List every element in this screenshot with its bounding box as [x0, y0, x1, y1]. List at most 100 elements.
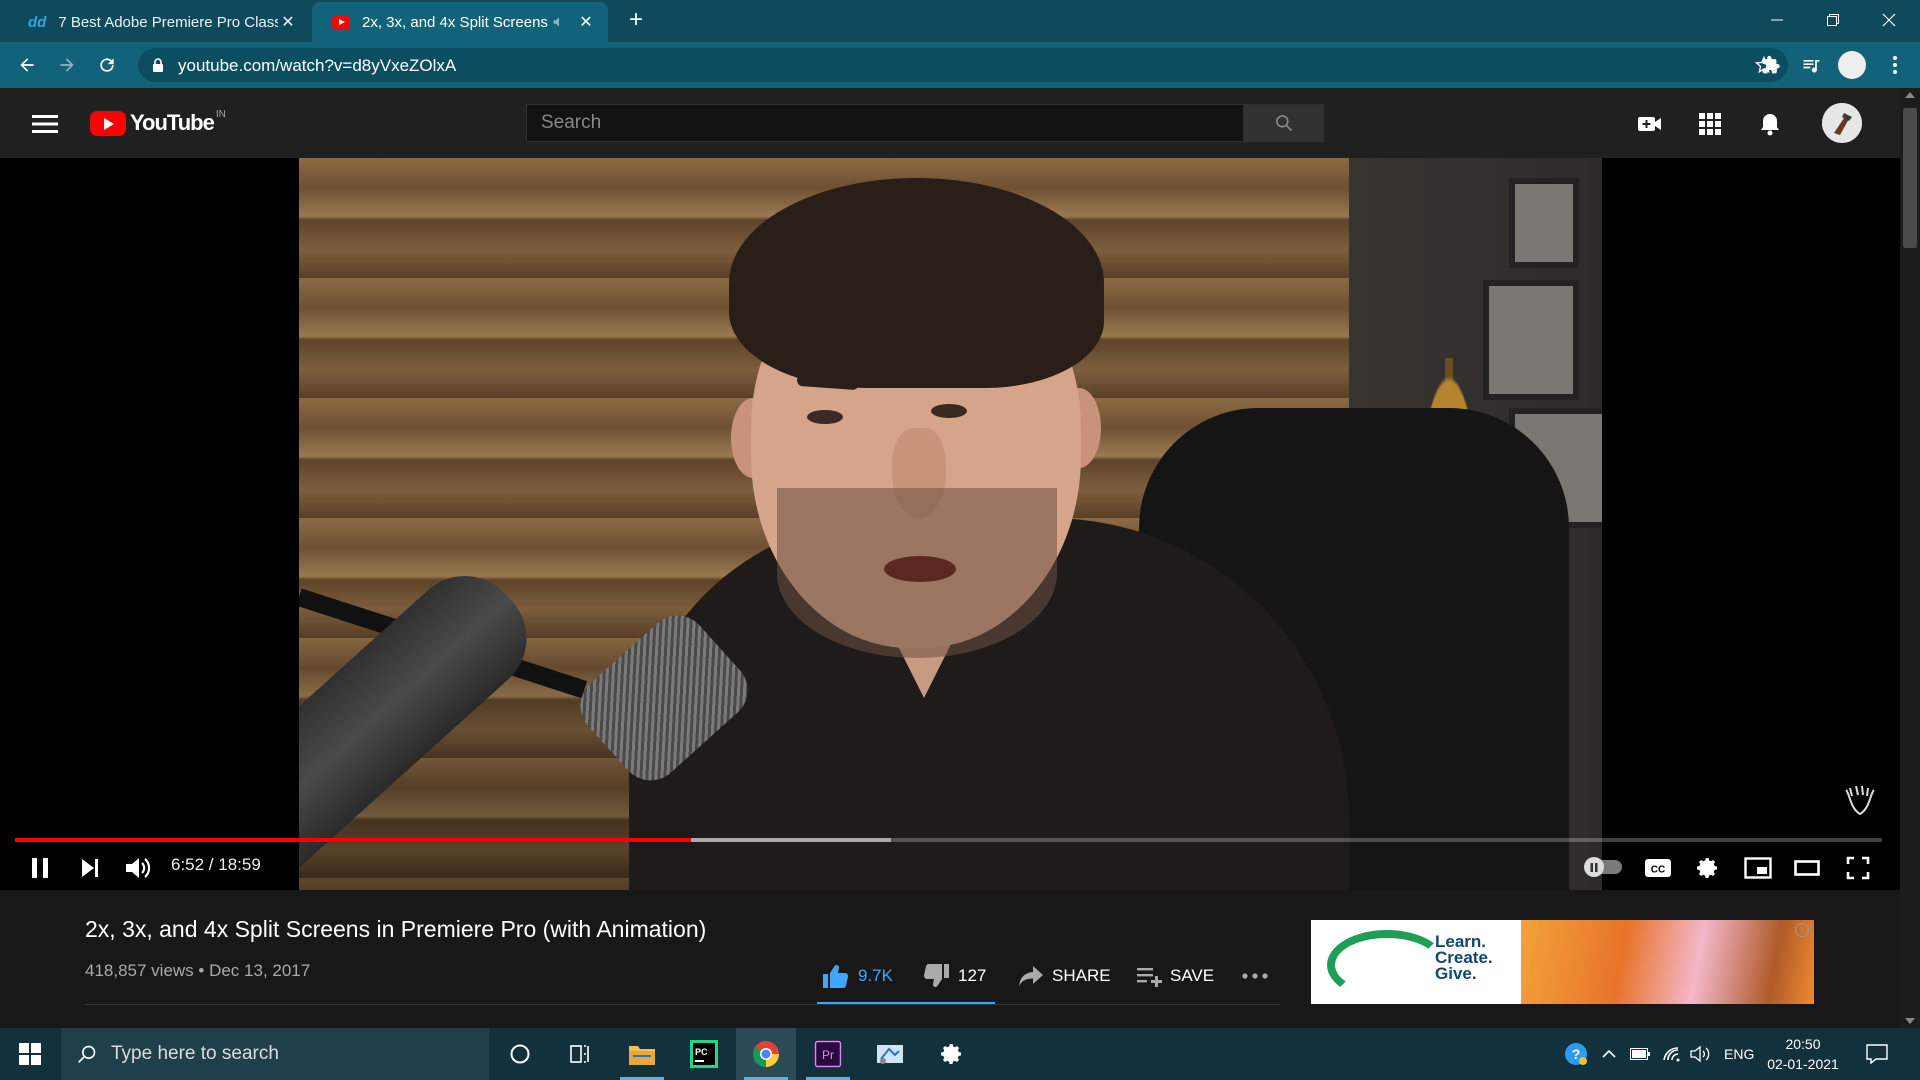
- ad-swirl-graphic: [1327, 930, 1447, 1000]
- premiere-pro-taskbar-icon[interactable]: Pr: [798, 1028, 858, 1080]
- more-actions-button[interactable]: [1242, 958, 1268, 994]
- ad-artwork: [1521, 920, 1814, 1004]
- youtube-masthead: YouTube IN: [0, 88, 1900, 158]
- browser-profile-avatar[interactable]: [1838, 51, 1866, 79]
- ad-text-line: Give.: [1435, 964, 1477, 983]
- svg-text:CC: CC: [1651, 865, 1665, 876]
- forward-button[interactable]: [52, 50, 82, 80]
- taskbar-search-box[interactable]: Type here to search: [61, 1028, 489, 1080]
- windows-taskbar: Type here to search PC Pr ? ENG 20:50 02…: [0, 1028, 1920, 1080]
- wall-picture-frame: [1509, 178, 1579, 268]
- channel-watermark-icon[interactable]: [1840, 780, 1880, 820]
- create-video-icon[interactable]: [1636, 110, 1664, 138]
- like-button[interactable]: 9.7K: [822, 958, 893, 994]
- input-language[interactable]: ENG: [1724, 1042, 1754, 1066]
- browser-tab-strip: dd 7 Best Adobe Premiere Pro Class ✕ 2x,…: [0, 0, 1920, 42]
- logo-wordmark: YouTube: [130, 110, 215, 135]
- browser-toolbar: youtube.com/watch?v=d8yVxeZOlxA: [0, 42, 1920, 88]
- address-bar[interactable]: youtube.com/watch?v=d8yVxeZOlxA: [138, 48, 1788, 82]
- save-button[interactable]: SAVE: [1136, 958, 1214, 994]
- time-display: 6:52 / 18:59: [171, 855, 261, 874]
- next-button[interactable]: [70, 850, 110, 886]
- subtitles-cc-button[interactable]: CC: [1638, 850, 1678, 886]
- youtube-favicon-icon: [332, 15, 350, 29]
- browser-menu-icon[interactable]: [1880, 50, 1910, 80]
- tab-title: 7 Best Adobe Premiere Pro Class: [58, 13, 278, 31]
- clock-date: 02-01-2021: [1767, 1056, 1839, 1072]
- taskbar-clock[interactable]: 20:50 02-01-2021: [1764, 1034, 1842, 1074]
- page-scrollbar[interactable]: [1900, 88, 1920, 1028]
- browser-tab-1[interactable]: dd 7 Best Adobe Premiere Pro Class ✕: [8, 2, 310, 42]
- youtube-logo[interactable]: YouTube IN: [90, 109, 226, 136]
- autoplay-pause-icon: [1584, 857, 1604, 877]
- url-text[interactable]: youtube.com/watch?v=d8yVxeZOlxA: [178, 56, 456, 76]
- volume-button[interactable]: [118, 850, 158, 886]
- apps-grid-icon[interactable]: [1696, 110, 1724, 138]
- reload-button[interactable]: [92, 50, 122, 80]
- theater-mode-button[interactable]: [1788, 850, 1828, 886]
- task-view-button[interactable]: [550, 1028, 610, 1080]
- new-tab-button[interactable]: +: [624, 8, 648, 32]
- action-center-notification-icon[interactable]: [1866, 1042, 1888, 1066]
- wifi-icon[interactable]: [1662, 1042, 1682, 1066]
- tab-close-icon[interactable]: ✕: [576, 12, 596, 32]
- fullscreen-button[interactable]: [1838, 850, 1878, 886]
- search-input[interactable]: [527, 105, 1243, 141]
- browser-tab-2[interactable]: 2x, 3x, and 4x Split Screens in ✕: [312, 2, 608, 42]
- file-explorer-taskbar-icon[interactable]: [612, 1028, 672, 1080]
- start-button[interactable]: [0, 1028, 60, 1080]
- snipping-tool-taskbar-icon[interactable]: [860, 1028, 920, 1080]
- tab-close-icon[interactable]: ✕: [278, 12, 298, 32]
- autoplay-toggle[interactable]: [1584, 857, 1622, 877]
- save-label: SAVE: [1170, 966, 1215, 985]
- chrome-taskbar-icon[interactable]: [736, 1028, 796, 1080]
- window-minimize-button[interactable]: [1750, 0, 1804, 40]
- wall-picture-frame: [1483, 280, 1579, 400]
- video-frame[interactable]: [299, 158, 1602, 890]
- miniplayer-button[interactable]: [1738, 850, 1778, 886]
- pycharm-taskbar-icon[interactable]: PC: [674, 1028, 734, 1080]
- share-button[interactable]: SHARE: [1018, 958, 1111, 994]
- guide-menu-icon[interactable]: [32, 114, 58, 134]
- progress-bar[interactable]: [15, 838, 1882, 842]
- back-button[interactable]: [12, 50, 42, 80]
- pause-button[interactable]: [20, 850, 60, 886]
- speaker-icon[interactable]: [552, 15, 566, 29]
- search-button[interactable]: [1244, 104, 1324, 142]
- cortana-button[interactable]: [490, 1028, 550, 1080]
- person-eye: [807, 410, 843, 424]
- lock-icon[interactable]: [152, 58, 164, 72]
- scrollbar-thumb[interactable]: [1903, 108, 1917, 248]
- person-mouth: [884, 556, 956, 582]
- scroll-down-arrow-icon[interactable]: [1905, 1018, 1915, 1024]
- volume-tray-icon[interactable]: [1690, 1042, 1712, 1066]
- progress-played: [15, 838, 691, 842]
- share-arrow-icon: [1019, 966, 1043, 986]
- clock-time: 20:50: [1785, 1036, 1821, 1052]
- notifications-bell-icon[interactable]: [1756, 110, 1784, 138]
- settings-gear-icon: [941, 1044, 961, 1064]
- like-count: 9.7K: [858, 966, 893, 985]
- svg-text:PC: PC: [695, 1047, 708, 1057]
- avatar[interactable]: [1822, 103, 1862, 143]
- show-hidden-icons-chevron-icon[interactable]: [1602, 1042, 1616, 1066]
- window-close-button[interactable]: [1862, 0, 1916, 40]
- dislike-button[interactable]: 127: [922, 958, 986, 994]
- settings-taskbar-icon[interactable]: [922, 1028, 982, 1080]
- ad-banner[interactable]: Learn. Create. Give. i: [1311, 920, 1814, 1004]
- settings-gear-icon[interactable]: [1688, 850, 1728, 886]
- cortana-circle-icon: [510, 1044, 530, 1064]
- battery-icon[interactable]: [1630, 1042, 1650, 1066]
- video-player[interactable]: 6:52 / 18:59 CC: [0, 158, 1900, 890]
- search-icon: [1276, 115, 1293, 132]
- thumbs-up-icon: [823, 965, 849, 989]
- scroll-up-arrow-icon[interactable]: [1905, 92, 1915, 98]
- video-title: 2x, 3x, and 4x Split Screens in Premiere…: [85, 916, 707, 942]
- help-icon[interactable]: ?: [1564, 1042, 1588, 1066]
- media-queue-icon[interactable]: [1796, 50, 1826, 80]
- extensions-puzzle-icon[interactable]: [1756, 50, 1786, 80]
- video-info-section: 2x, 3x, and 4x Split Screens in Premiere…: [0, 890, 1900, 1028]
- share-label: SHARE: [1052, 966, 1111, 985]
- window-restore-button[interactable]: [1806, 0, 1860, 40]
- ad-info-icon[interactable]: i: [1795, 923, 1809, 937]
